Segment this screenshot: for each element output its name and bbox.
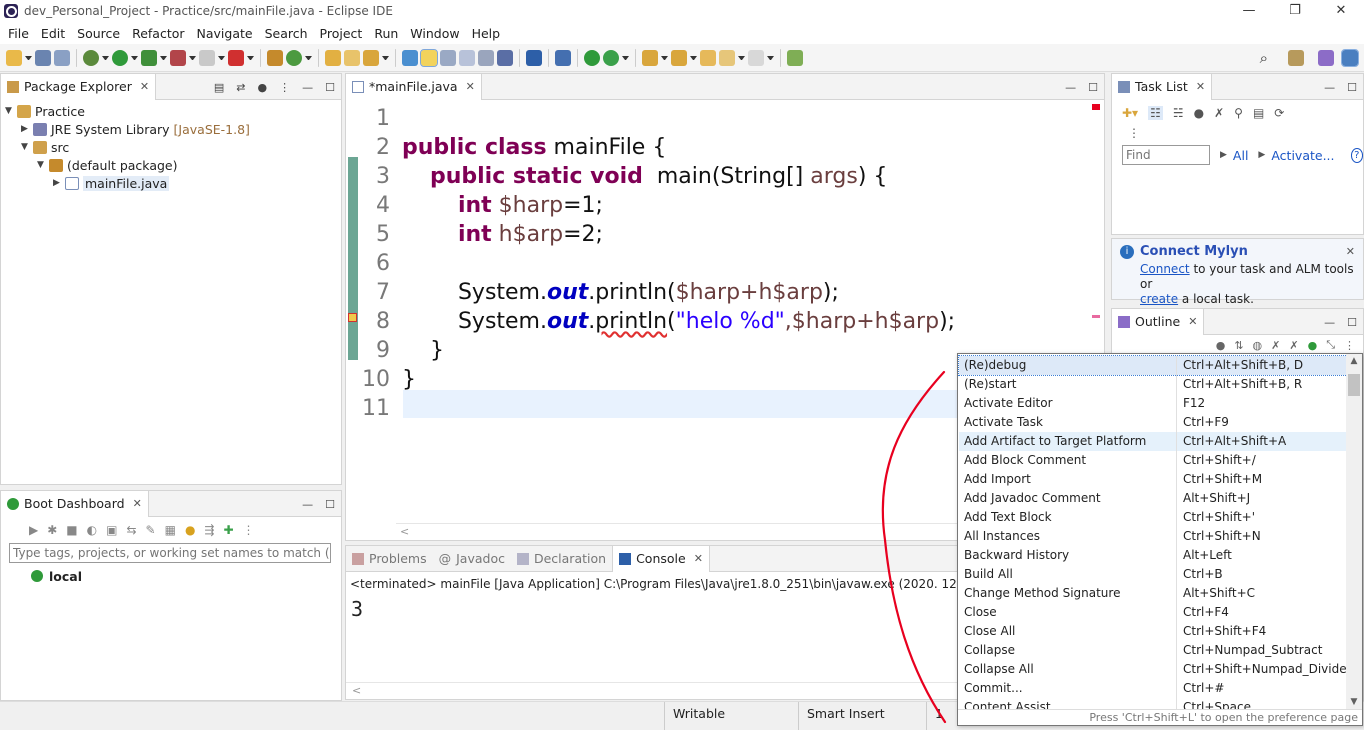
key-binding: Ctrl+Shift+M	[1183, 472, 1263, 486]
command-name: Close	[959, 603, 1177, 622]
key-binding: Ctrl+F4	[1183, 605, 1229, 619]
command-name: Activate Editor	[959, 394, 1177, 413]
key-assist-row[interactable]: Add Artifact to Target Platform Ctrl+Alt+…	[959, 432, 1347, 451]
command-name: Collapse	[959, 641, 1177, 660]
command-name: Add Artifact to Target Platform	[959, 432, 1177, 451]
command-name: Add Import	[959, 470, 1177, 489]
scroll-thumb[interactable]	[1348, 374, 1360, 396]
key-binding: Ctrl+Alt+Shift+B, R	[1183, 377, 1303, 391]
key-assist-row[interactable]: All Instances Ctrl+Shift+N	[959, 527, 1347, 546]
command-name: Commit...	[959, 679, 1177, 698]
command-name: Activate Task	[959, 413, 1177, 432]
key-binding: Ctrl+Alt+Shift+A	[1183, 434, 1287, 448]
command-name: (Re)start	[959, 375, 1177, 394]
key-binding: Ctrl+Numpad_Subtract	[1183, 643, 1323, 657]
key-assist-row[interactable]: Add Text Block Ctrl+Shift+'	[959, 508, 1347, 527]
command-name: Backward History	[959, 546, 1177, 565]
key-assist-row[interactable]: Close Ctrl+F4	[959, 603, 1347, 622]
key-assist-hint: Press 'Ctrl+Shift+L' to open the prefere…	[958, 709, 1362, 725]
key-assist-row[interactable]: Close All Ctrl+Shift+F4	[959, 622, 1347, 641]
key-assist-row[interactable]: Add Block Comment Ctrl+Shift+/	[959, 451, 1347, 470]
scroll-up-icon[interactable]: ▲	[1346, 356, 1362, 366]
key-assist-row[interactable]: Activate Editor F12	[959, 394, 1347, 413]
key-binding: Ctrl+Shift+N	[1183, 529, 1261, 543]
key-binding: Ctrl+#	[1183, 681, 1225, 695]
command-name: All Instances	[959, 527, 1177, 546]
command-name: Add Block Comment	[959, 451, 1177, 470]
key-binding: Ctrl+Shift+Numpad_Divide	[1183, 662, 1347, 676]
key-binding: Ctrl+Shift+F4	[1183, 624, 1267, 638]
key-assist-row[interactable]: Backward History Alt+Left	[959, 546, 1347, 565]
key-binding: Ctrl+Shift+'	[1183, 510, 1256, 524]
command-name: (Re)debug	[959, 356, 1177, 375]
command-name: Build All	[959, 565, 1177, 584]
key-assist-list: (Re)debug Ctrl+Alt+Shift+B, D (Re)start Ctr…	[958, 355, 1348, 717]
key-assist-row[interactable]: Collapse Ctrl+Numpad_Subtract	[959, 641, 1347, 660]
key-assist-row[interactable]: Activate Task Ctrl+F9	[959, 413, 1347, 432]
command-name: Add Javadoc Comment	[959, 489, 1177, 508]
key-binding: Alt+Shift+J	[1183, 491, 1251, 505]
command-name: Add Text Block	[959, 508, 1177, 527]
key-binding: Alt+Shift+C	[1183, 586, 1256, 600]
key-assist-row[interactable]: (Re)debug Ctrl+Alt+Shift+B, D	[958, 355, 1348, 376]
command-name: Collapse All	[959, 660, 1177, 679]
key-assist-row[interactable]: Build All Ctrl+B	[959, 565, 1347, 584]
key-binding: Ctrl+B	[1183, 567, 1223, 581]
key-assist-scrollbar[interactable]: ▲ ▼	[1346, 354, 1362, 709]
key-assist-popup: (Re)debug Ctrl+Alt+Shift+B, D (Re)start Ctr…	[957, 353, 1363, 726]
key-binding: Ctrl+Alt+Shift+B, D	[1183, 358, 1304, 372]
command-name: Change Method Signature	[959, 584, 1177, 603]
key-assist-row[interactable]: Collapse All Ctrl+Shift+Numpad_Divide	[959, 660, 1347, 679]
key-assist-row[interactable]: Add Import Ctrl+Shift+M	[959, 470, 1347, 489]
key-assist-row[interactable]: (Re)start Ctrl+Alt+Shift+B, R	[959, 375, 1347, 394]
key-assist-row[interactable]: Change Method Signature Alt+Shift+C	[959, 584, 1347, 603]
key-binding: Alt+Left	[1183, 548, 1232, 562]
key-binding: Ctrl+Shift+/	[1183, 453, 1256, 467]
scroll-down-icon[interactable]: ▼	[1346, 697, 1362, 707]
key-assist-row[interactable]: Add Javadoc Comment Alt+Shift+J	[959, 489, 1347, 508]
command-name: Close All	[959, 622, 1177, 641]
key-binding: Ctrl+F9	[1183, 415, 1229, 429]
key-binding: F12	[1183, 396, 1206, 410]
key-assist-row[interactable]: Commit... Ctrl+#	[959, 679, 1347, 698]
